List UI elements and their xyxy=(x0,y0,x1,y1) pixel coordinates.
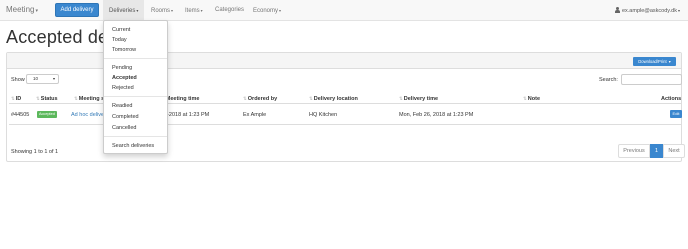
sort-icon: ⇅ xyxy=(399,96,403,101)
sort-icon: ⇅ xyxy=(243,96,247,101)
caret-down-icon: ▾ xyxy=(677,8,680,13)
user-email: ex.ample@askcody.dk xyxy=(621,8,677,14)
nav-deliveries[interactable]: Deliveries▾ xyxy=(103,0,144,21)
download-print-button[interactable]: Download/Print ▾ xyxy=(633,57,676,66)
column-header-ordered-by[interactable]: ⇅Ordered by xyxy=(243,96,277,102)
cell-meeting-time: 6-2018 at 1:23 PM xyxy=(164,112,210,118)
menu-item-readied[interactable]: Readied xyxy=(112,103,133,109)
cell-id: #44505 xyxy=(11,112,30,118)
menu-item-completed[interactable]: Completed xyxy=(112,114,139,120)
nav-items-label: Items xyxy=(185,8,200,14)
column-header-label: Meeting time xyxy=(165,96,200,102)
menu-item-search-deliveries[interactable]: Search deliveries xyxy=(112,143,154,149)
deliveries-dropdown-menu: Current Today Tomorrow Pending Accepted … xyxy=(103,20,168,154)
caret-down-icon: ▾ xyxy=(52,76,55,81)
pagination-next[interactable]: Next xyxy=(663,144,685,158)
nav-economy[interactable]: Economy▾ xyxy=(253,0,281,21)
page-size-select[interactable]: 10 ▾ xyxy=(26,74,59,84)
column-header-note[interactable]: ⇅Note xyxy=(523,96,540,102)
menu-item-tomorrow[interactable]: Tomorrow xyxy=(112,47,136,53)
cell-delivery-time: Mon, Feb 26, 2018 at 1:23 PM xyxy=(399,112,474,118)
column-header-status[interactable]: ⇅Status xyxy=(36,96,58,102)
add-delivery-button[interactable]: Add delivery xyxy=(55,3,99,17)
pagination-previous[interactable]: Previous xyxy=(618,144,650,158)
nav-items[interactable]: Items▾ xyxy=(185,0,203,21)
search-input[interactable] xyxy=(621,74,682,85)
column-header-delivery-time[interactable]: ⇅Delivery time xyxy=(399,96,438,102)
sort-icon: ⇅ xyxy=(11,96,15,101)
brand-menu[interactable]: Meeting▾ xyxy=(6,5,38,14)
menu-item-today[interactable]: Today xyxy=(112,37,127,43)
sort-icon: ⇅ xyxy=(36,96,40,101)
column-header-delivery-location[interactable]: ⇅Delivery location xyxy=(309,96,358,102)
column-header-label: ID xyxy=(15,96,22,102)
column-header-label: Delivery time xyxy=(403,96,439,102)
caret-down-icon: ▾ xyxy=(35,8,38,14)
top-navbar: Meeting▾ Add delivery Deliveries▾ Rooms▾… xyxy=(0,0,688,21)
caret-down-icon: ▾ xyxy=(279,8,282,13)
caret-down-icon: ▾ xyxy=(200,8,203,13)
search-label: Search: xyxy=(599,77,618,83)
column-header-label: Ordered by xyxy=(247,96,278,102)
sort-icon: ⇅ xyxy=(309,96,313,101)
sort-icon: ⇅ xyxy=(523,96,527,101)
status-badge: Accepted xyxy=(37,111,57,118)
menu-item-accepted[interactable]: Accepted xyxy=(112,75,137,81)
pagination-page-1[interactable]: 1 xyxy=(650,144,663,158)
edit-button[interactable]: Edit xyxy=(670,110,682,118)
meeting-subject-link[interactable]: Ad hoc delive xyxy=(71,112,104,118)
menu-item-pending[interactable]: Pending xyxy=(112,65,132,71)
column-header-label: Delivery location xyxy=(313,96,358,102)
caret-down-icon: ▾ xyxy=(136,8,139,13)
show-label: Show xyxy=(11,77,25,83)
column-header-label: Status xyxy=(40,96,58,102)
menu-divider xyxy=(104,96,167,97)
column-header-actions: Actions xyxy=(661,96,681,102)
menu-divider xyxy=(104,58,167,59)
showing-info: Showing 1 to 1 of 1 xyxy=(11,149,59,155)
cell-delivery-location: HQ Kitchen xyxy=(309,112,338,118)
menu-item-rejected[interactable]: Rejected xyxy=(112,85,134,91)
download-print-label: Download/Print xyxy=(638,59,667,64)
user-menu[interactable]: ex.ample@askcody.dk▾ xyxy=(614,0,680,21)
nav-categories[interactable]: Categories xyxy=(215,0,244,21)
person-icon xyxy=(614,7,620,13)
caret-down-icon: ▾ xyxy=(667,59,671,64)
brand-label: Meeting xyxy=(6,5,35,14)
page-size-value: 10 xyxy=(33,76,39,81)
menu-item-cancelled[interactable]: Cancelled xyxy=(112,125,136,131)
column-header-id[interactable]: ⇅ID xyxy=(11,96,21,102)
nav-categories-label: Categories xyxy=(215,7,245,13)
nav-deliveries-label: Deliveries xyxy=(109,8,136,14)
nav-rooms[interactable]: Rooms▾ xyxy=(151,0,173,21)
pagination: Previous 1 Next xyxy=(618,144,685,158)
column-header-label: Actions xyxy=(661,96,682,102)
cell-ordered-by: Ex Ample xyxy=(243,112,267,118)
menu-item-current[interactable]: Current xyxy=(112,27,130,33)
caret-down-icon: ▾ xyxy=(171,8,174,13)
sort-icon: ⇅ xyxy=(74,96,78,101)
column-header-label: Note xyxy=(527,96,541,102)
nav-rooms-label: Rooms xyxy=(151,8,171,14)
menu-divider xyxy=(104,136,167,137)
nav-economy-label: Economy xyxy=(253,8,279,14)
